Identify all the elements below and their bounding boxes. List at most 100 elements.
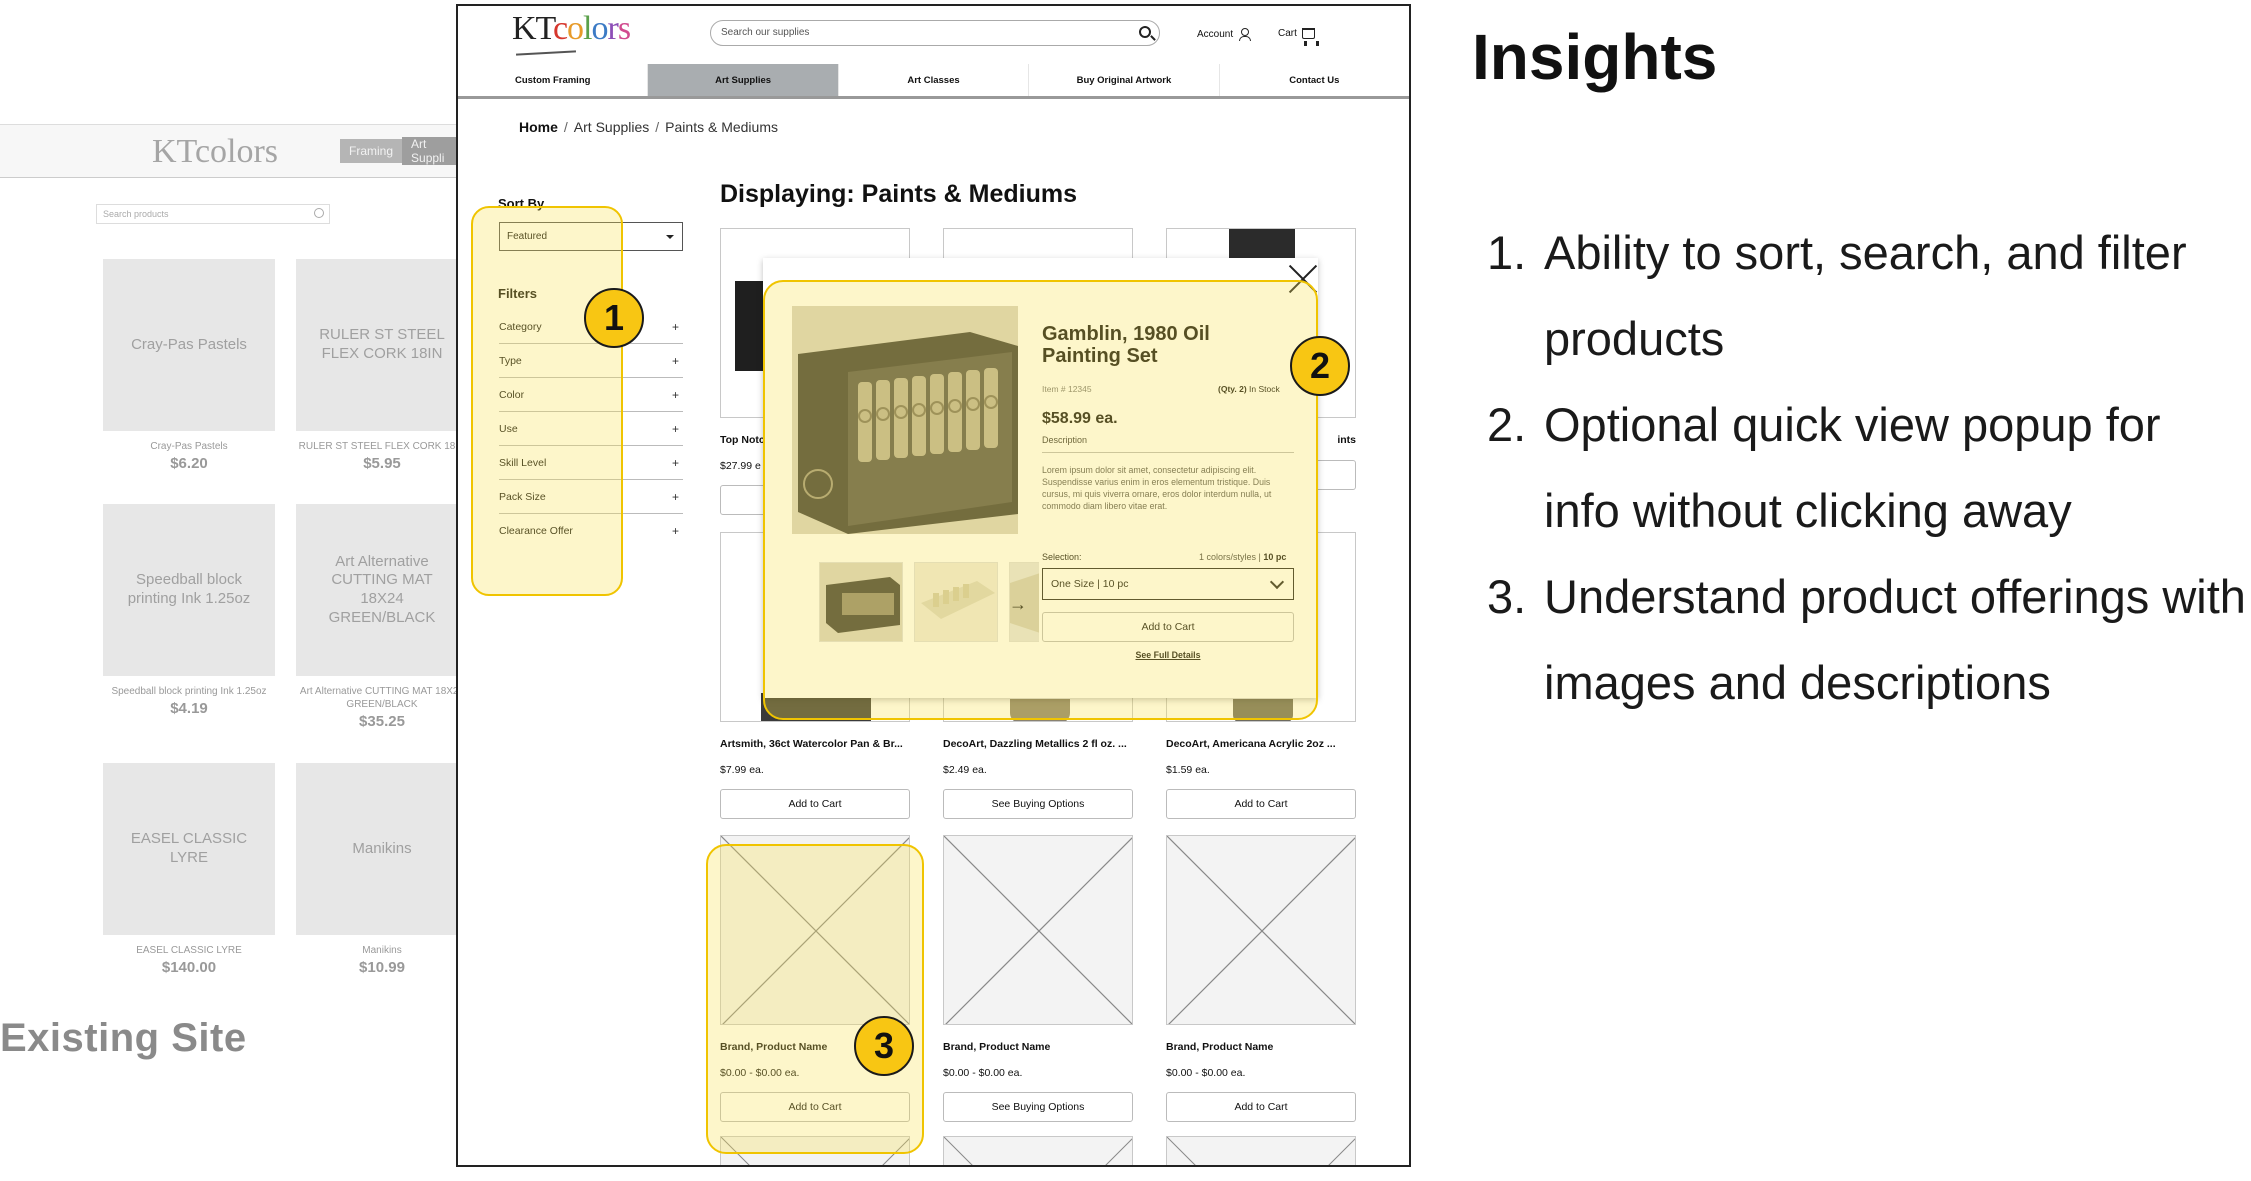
see-full-details-link[interactable]: See Full Details bbox=[1042, 650, 1294, 660]
add-to-cart-button[interactable]: Add to Cart bbox=[720, 1092, 910, 1122]
filter-type[interactable]: Type + bbox=[499, 344, 683, 378]
nav-custom-framing[interactable]: Custom Framing bbox=[458, 64, 647, 96]
existing-product-name: Speedball block printing Ink 1.25oz bbox=[111, 686, 267, 697]
breadcrumb-art-supplies[interactable]: Art Supplies bbox=[574, 119, 649, 135]
main-nav: Custom Framing Art Supplies Art Classes … bbox=[458, 64, 1409, 99]
product-card[interactable]: Brand, Product Name $0.00 - $0.00 ea. Ad… bbox=[720, 835, 910, 1122]
user-icon bbox=[1239, 28, 1252, 41]
breadcrumb-home[interactable]: Home bbox=[519, 119, 558, 135]
existing-nav-art-supplies[interactable]: Art Suppli bbox=[402, 137, 457, 165]
image-placeholder bbox=[720, 835, 910, 1025]
existing-product-card[interactable]: Art Alternative CUTTING MAT 18X24 GREEN/… bbox=[296, 504, 457, 730]
add-to-cart-button[interactable]: Add to Cart bbox=[1166, 1092, 1356, 1122]
stock-label: In Stock bbox=[1249, 384, 1280, 394]
product-name: Brand, Product Name bbox=[943, 1041, 1051, 1053]
insight-number: 2. bbox=[1487, 398, 1527, 451]
see-buying-options-button[interactable]: See Buying Options bbox=[943, 789, 1133, 819]
nav-art-supplies[interactable]: Art Supplies bbox=[647, 64, 838, 96]
quick-view-price: $58.99 ea. bbox=[1042, 410, 1118, 427]
nav-art-classes[interactable]: Art Classes bbox=[837, 64, 1028, 96]
existing-product-name: EASEL CLASSIC LYRE bbox=[136, 945, 242, 956]
sort-by-label: Sort By bbox=[498, 196, 545, 211]
quick-view-title: Gamblin, 1980 Oil Painting Set bbox=[1042, 323, 1210, 367]
existing-product-image: EASEL CLASSIC LYRE bbox=[103, 763, 275, 935]
insight-item: 3. Understand product offerings with ima… bbox=[1487, 554, 2247, 726]
filter-clearance-offer[interactable]: Clearance Offer + bbox=[499, 514, 683, 548]
product-card[interactable]: Brand, Product Name $0.00 - $0.00 ea. Se… bbox=[943, 835, 1133, 1122]
existing-header: KTcolors Framing Art Suppli bbox=[0, 124, 457, 178]
existing-search-input[interactable]: Search products bbox=[96, 204, 330, 224]
plus-icon: + bbox=[671, 319, 679, 334]
site-logo[interactable]: KTcolors bbox=[512, 10, 631, 48]
quick-view-main-image bbox=[792, 306, 1018, 534]
existing-site-screenshot: KTcolors Framing Art Suppli Search produ… bbox=[0, 124, 457, 990]
account-label: Account bbox=[1197, 28, 1234, 40]
existing-product-image: Art Alternative CUTTING MAT 18X24 GREEN/… bbox=[296, 504, 457, 676]
insight-text: Optional quick view popup for info witho… bbox=[1544, 398, 2161, 537]
insights-title: Insights bbox=[1472, 21, 1718, 93]
existing-product-price: $6.20 bbox=[170, 455, 208, 472]
filter-skill-level[interactable]: Skill Level + bbox=[499, 446, 683, 480]
arrow-right-icon[interactable]: → bbox=[1003, 574, 1033, 634]
close-icon[interactable] bbox=[1288, 264, 1318, 294]
existing-product-image: Manikins bbox=[296, 763, 457, 935]
plus-icon: + bbox=[671, 524, 679, 538]
existing-product-card[interactable]: RULER ST STEEL FLEX CORK 18IN RULER ST S… bbox=[296, 259, 457, 472]
insights-list: 1. Ability to sort, search, and filter p… bbox=[1487, 210, 2247, 726]
existing-nav-framing[interactable]: Framing bbox=[340, 144, 402, 158]
divider bbox=[1042, 452, 1294, 453]
existing-product-card[interactable]: Speedball block printing Ink 1.25oz Spee… bbox=[103, 504, 275, 717]
existing-product-price: $10.99 bbox=[359, 959, 405, 976]
cart-link[interactable]: Cart bbox=[1278, 28, 1319, 43]
add-to-cart-button[interactable]: Add to Cart bbox=[720, 789, 910, 819]
description-label: Description bbox=[1042, 435, 1088, 445]
breadcrumb: Home / Art Supplies / Paints & Mediums bbox=[519, 119, 778, 135]
insight-item: 1. Ability to sort, search, and filter p… bbox=[1487, 210, 2247, 382]
plus-icon: + bbox=[671, 489, 679, 504]
product-price: $1.59 ea. bbox=[1166, 764, 1210, 776]
image-placeholder bbox=[1166, 1136, 1356, 1165]
search-input[interactable]: Search our supplies bbox=[710, 20, 1160, 46]
plus-icon: + bbox=[671, 455, 679, 470]
nav-buy-original-artwork[interactable]: Buy Original Artwork bbox=[1028, 64, 1218, 96]
callout-badge-3: 3 bbox=[854, 1016, 914, 1076]
filter-label: Use bbox=[499, 422, 518, 435]
account-link[interactable]: Account bbox=[1197, 28, 1252, 41]
existing-product-card[interactable]: Manikins Manikins $10.99 bbox=[296, 763, 457, 976]
existing-product-image: Cray-Pas Pastels bbox=[103, 259, 275, 431]
image-placeholder bbox=[720, 1136, 910, 1165]
existing-product-price: $5.95 bbox=[363, 455, 401, 472]
search-icon bbox=[314, 208, 324, 218]
filter-pack-size[interactable]: Pack Size + bbox=[499, 480, 683, 514]
callout-badge-1: 1 bbox=[584, 288, 644, 348]
existing-product-price: $4.19 bbox=[170, 700, 208, 717]
sort-select[interactable]: Featured bbox=[499, 222, 683, 251]
nav-contact-us[interactable]: Contact Us bbox=[1218, 64, 1409, 96]
search-icon[interactable] bbox=[1139, 26, 1151, 38]
existing-nav: Framing Art Suppli bbox=[340, 137, 457, 165]
filter-label: Color bbox=[499, 388, 525, 401]
existing-product-name: RULER ST STEEL FLEX CORK 18IN bbox=[298, 441, 457, 452]
existing-logo: KTcolors bbox=[152, 133, 279, 170]
image-placeholder bbox=[943, 835, 1133, 1025]
redesign-mockup: KTcolors Search our supplies Account Car… bbox=[456, 4, 1411, 1167]
see-buying-options-button[interactable]: See Buying Options bbox=[943, 1092, 1133, 1122]
breadcrumb-separator: / bbox=[563, 119, 568, 135]
product-card[interactable]: Brand, Product Name $0.00 - $0.00 ea. Ad… bbox=[1166, 835, 1356, 1122]
quick-view-add-to-cart-button[interactable]: Add to Cart bbox=[1042, 612, 1294, 642]
existing-product-card[interactable]: EASEL CLASSIC LYRE EASEL CLASSIC LYRE $1… bbox=[103, 763, 275, 976]
filters-label: Filters bbox=[498, 286, 538, 301]
filter-label: Type bbox=[499, 354, 522, 367]
option-select[interactable]: One Size | 10 pc bbox=[1042, 568, 1294, 600]
quick-view-thumbnail[interactable] bbox=[914, 562, 998, 642]
image-placeholder bbox=[1166, 835, 1356, 1025]
callout-badge-2: 2 bbox=[1290, 336, 1350, 396]
filter-color[interactable]: Color + bbox=[499, 378, 683, 412]
existing-product-image: RULER ST STEEL FLEX CORK 18IN bbox=[296, 259, 457, 431]
product-name: DecoArt, Americana Acrylic 2oz ... bbox=[1166, 738, 1336, 750]
quick-view-thumbnail[interactable] bbox=[819, 562, 903, 642]
add-to-cart-button[interactable]: Add to Cart bbox=[1166, 789, 1356, 819]
selection-label: Selection: bbox=[1042, 552, 1082, 562]
existing-product-card[interactable]: Cray-Pas Pastels Cray-Pas Pastels $6.20 bbox=[103, 259, 275, 472]
filter-use[interactable]: Use + bbox=[499, 412, 683, 446]
